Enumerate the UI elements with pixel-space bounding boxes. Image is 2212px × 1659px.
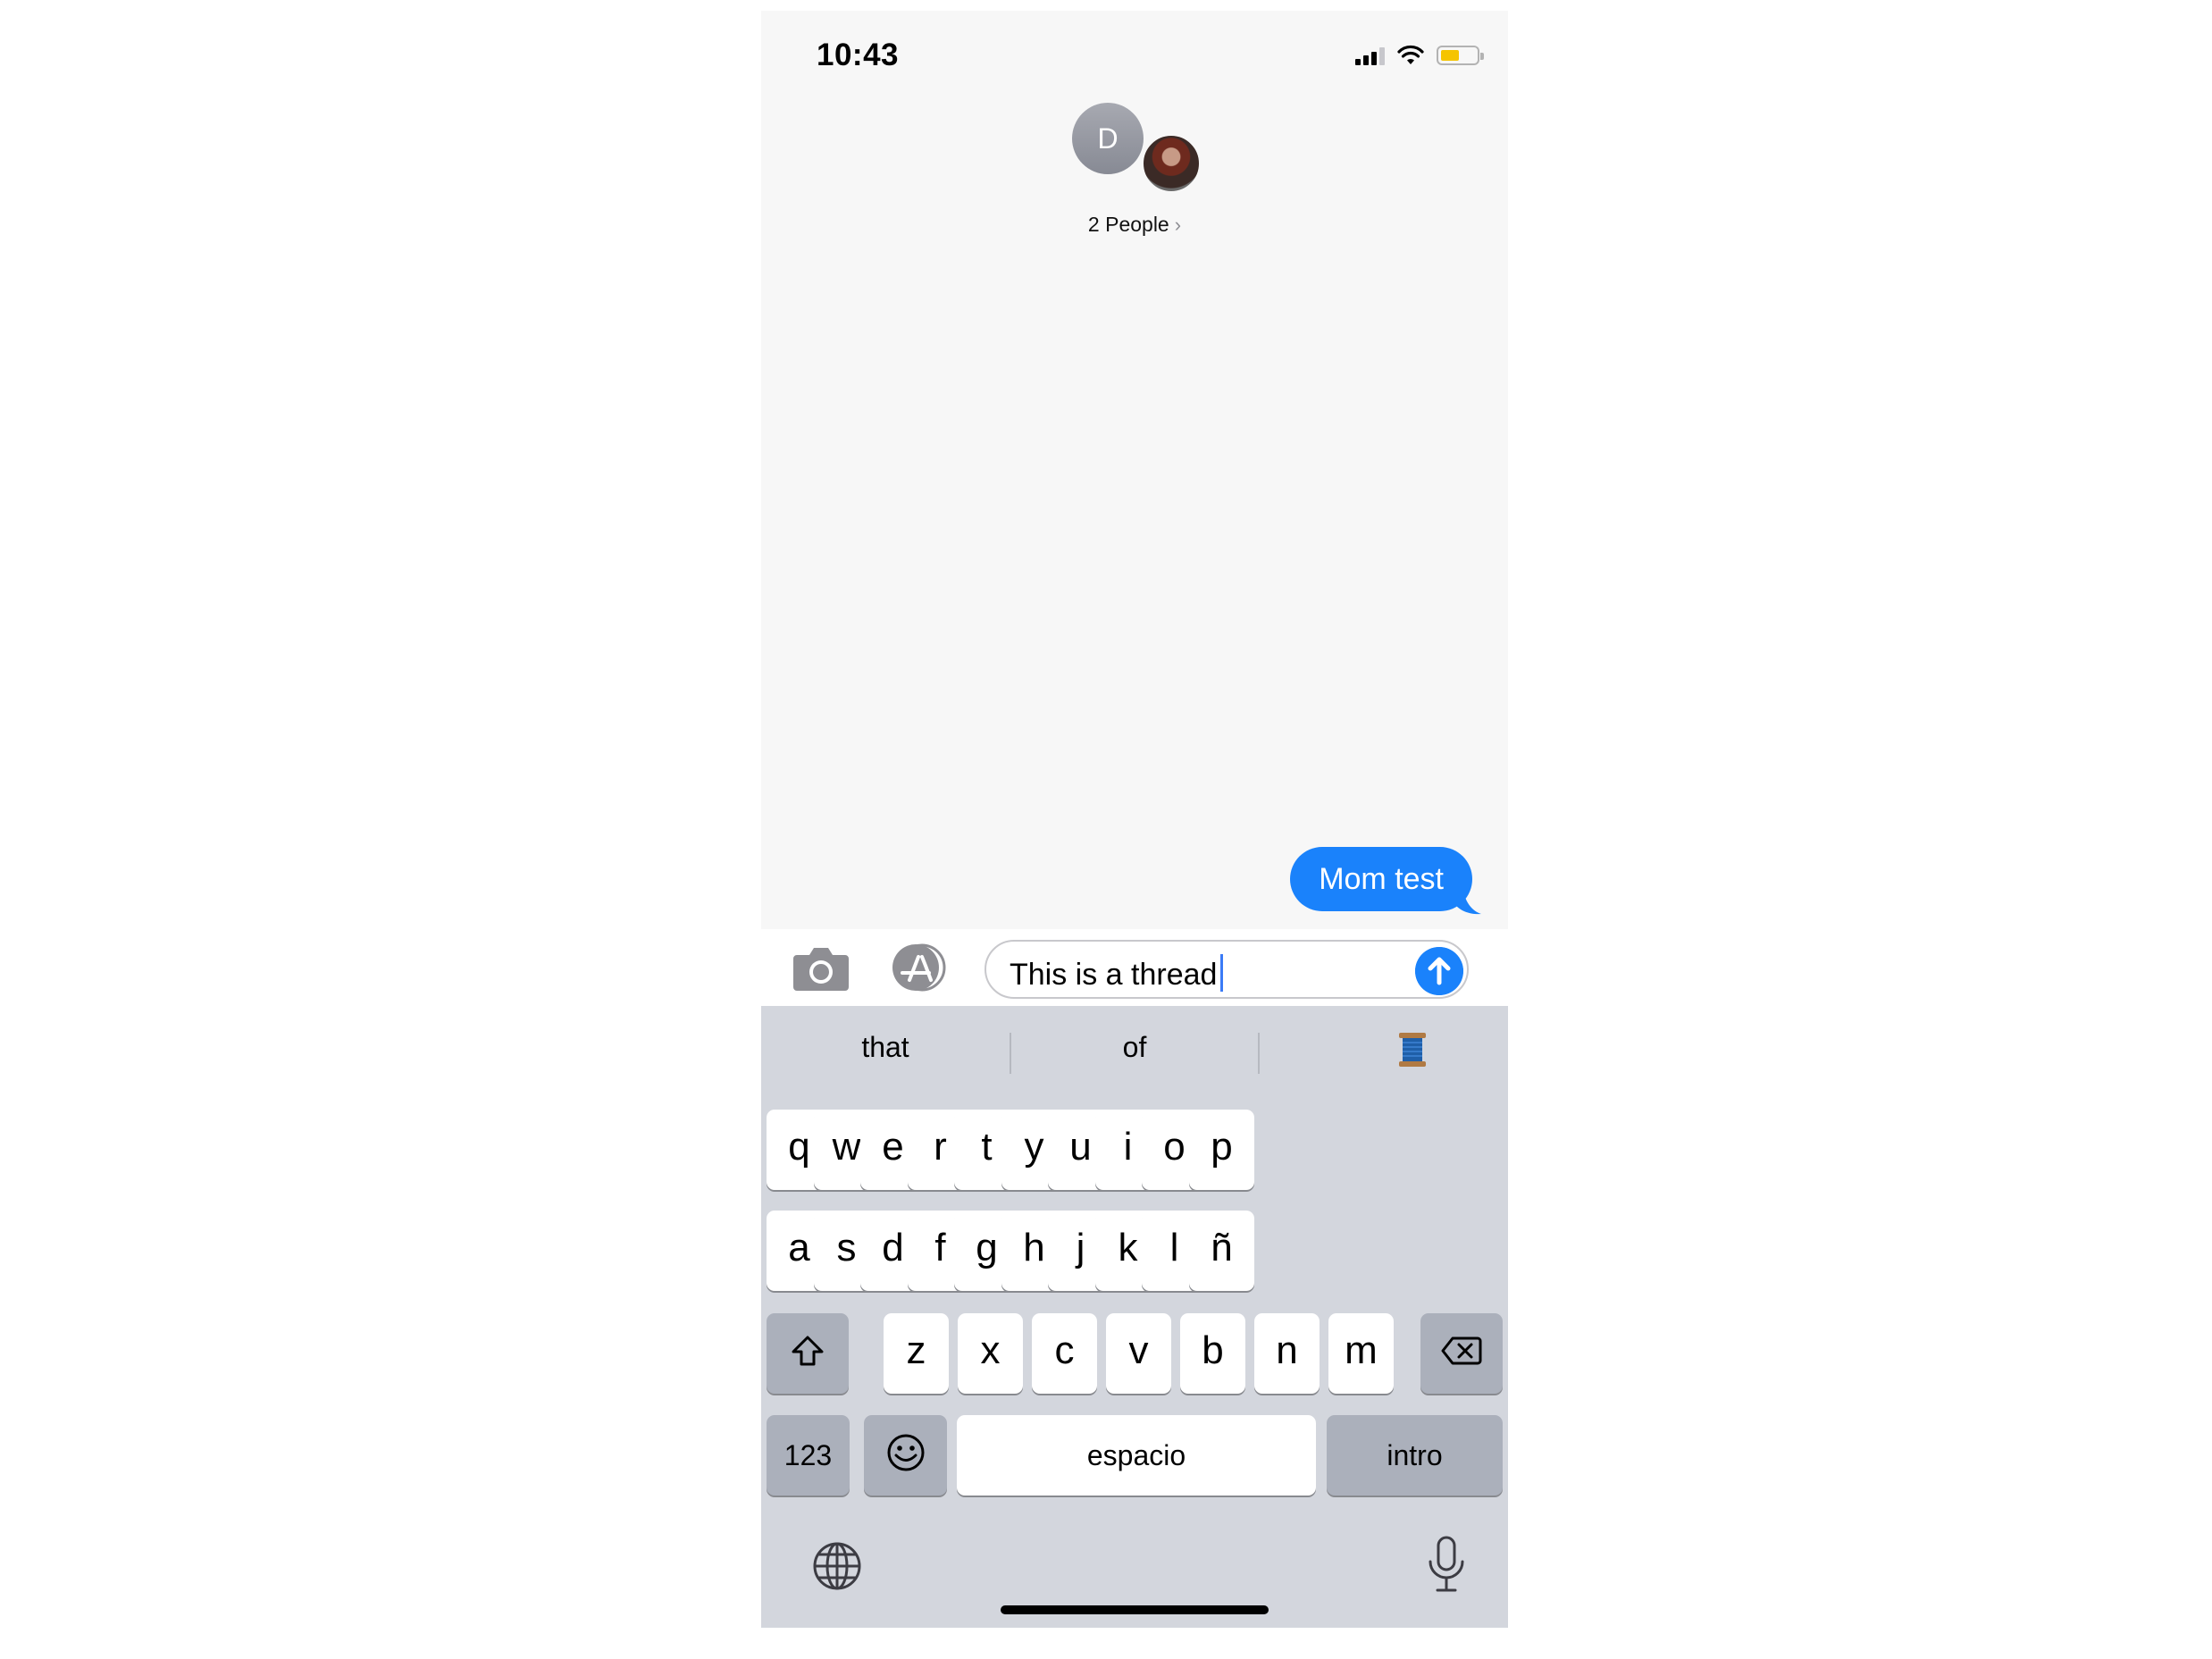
app-store-icon[interactable] (888, 942, 949, 993)
status-time: 10:43 (817, 38, 900, 72)
bubble-tail (1454, 890, 1481, 915)
key-m[interactable]: m (1328, 1313, 1394, 1394)
key-x[interactable]: x (958, 1313, 1023, 1394)
cellular-signal-icon (1355, 46, 1385, 65)
group-info-button[interactable]: 2 People › (761, 213, 1508, 237)
emoji-key[interactable] (864, 1415, 947, 1496)
globe-icon[interactable] (811, 1540, 863, 1592)
microphone-icon[interactable] (1426, 1535, 1467, 1594)
space-key[interactable]: espacio (957, 1415, 1316, 1496)
message-input[interactable]: This is a thread (985, 940, 1469, 999)
key-p[interactable]: p (1189, 1110, 1254, 1190)
emoji-icon (887, 1434, 924, 1471)
contact-photo-avatar[interactable] (1141, 133, 1202, 194)
thread-spool-emoji-icon[interactable] (1397, 1031, 1428, 1068)
predictive-bar: that of (761, 1006, 1508, 1097)
status-icons (1355, 43, 1484, 68)
suggestion-that[interactable]: that (761, 1031, 1010, 1064)
key-n-tilde[interactable]: ñ (1189, 1211, 1254, 1291)
people-count-label: 2 People (1087, 213, 1169, 236)
return-key[interactable]: intro (1327, 1415, 1503, 1496)
message-input-text: This is a thread (1010, 958, 1218, 992)
keyboard: that of q w e r t y u i o p a s d f g h … (761, 1006, 1508, 1628)
send-arrow-icon[interactable] (1415, 947, 1463, 995)
wifi-icon (1397, 45, 1424, 64)
delete-key[interactable] (1420, 1313, 1503, 1394)
suggestion-divider (1258, 1033, 1260, 1074)
key-b[interactable]: b (1180, 1313, 1245, 1394)
key-c[interactable]: c (1032, 1313, 1097, 1394)
phone-screen: 10:43 D 2 People › Mom test This is a th… (761, 11, 1508, 1628)
outgoing-message-bubble[interactable]: Mom test (1290, 847, 1472, 911)
text-cursor (1220, 954, 1224, 992)
shift-icon (792, 1336, 824, 1366)
key-v[interactable]: v (1106, 1313, 1171, 1394)
camera-icon[interactable] (792, 944, 850, 993)
battery-icon (1437, 46, 1484, 65)
home-indicator[interactable] (1001, 1605, 1269, 1614)
key-z[interactable]: z (884, 1313, 949, 1394)
numbers-key[interactable]: 123 (767, 1415, 850, 1496)
shift-key[interactable] (767, 1313, 849, 1394)
key-n[interactable]: n (1254, 1313, 1320, 1394)
message-text: Mom test (1319, 861, 1444, 896)
backspace-icon (1441, 1336, 1482, 1365)
suggestion-of[interactable]: of (1010, 1031, 1259, 1064)
contact-avatar[interactable]: D (1072, 103, 1144, 174)
chevron-right-icon: › (1174, 214, 1182, 236)
composer-bar: This is a thread (761, 929, 1508, 1017)
